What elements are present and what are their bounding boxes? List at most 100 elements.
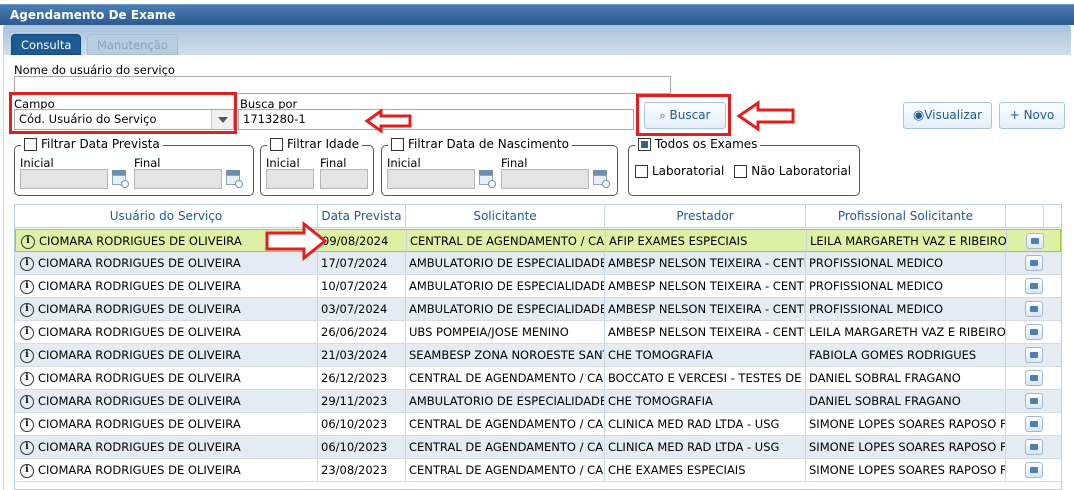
table-cell-text: CIOMARA RODRIGUES DE OLIVEIRA bbox=[38, 463, 241, 477]
table-cell: 29/11/2023 bbox=[318, 390, 406, 412]
todos-exames-radio[interactable] bbox=[638, 137, 651, 151]
data-prevista-inicial-input[interactable] bbox=[20, 169, 108, 189]
tab-consulta[interactable]: Consulta bbox=[11, 34, 82, 55]
calendar-icon[interactable] bbox=[111, 170, 129, 188]
info-icon[interactable]: i bbox=[20, 302, 34, 317]
table-row[interactable]: i CIOMARA RODRIGUES DE OLIVEIRA 21/03/2024… bbox=[15, 344, 1061, 367]
table-cell-text: AMBESP NELSON TEIXEIRA - CENTR bbox=[608, 256, 806, 270]
print-icon[interactable] bbox=[1025, 255, 1043, 271]
table-cell: DANIEL SOBRAL FRAGANO bbox=[806, 367, 1006, 389]
inicial-label: Inicial bbox=[387, 156, 421, 170]
table-cell-text: PROFISSIONAL MEDICO bbox=[809, 302, 944, 316]
laboratorial-checkbox[interactable] bbox=[635, 164, 648, 178]
table-row[interactable]: i CIOMARA RODRIGUES DE OLIVEIRA 06/10/2023… bbox=[15, 413, 1061, 436]
novo-button[interactable]: + Novo bbox=[999, 102, 1065, 129]
column-header-prestador[interactable]: Prestador bbox=[605, 205, 806, 228]
column-header-solicitante[interactable]: Solicitante bbox=[406, 205, 605, 228]
table-cell-text: CIOMARA RODRIGUES DE OLIVEIRA bbox=[38, 440, 241, 454]
table-cell-text: 06/10/2023 bbox=[321, 440, 388, 454]
table-cell: SEAMBESP ZONA NOROESTE SANTO bbox=[406, 344, 605, 366]
table-cell-text: CIOMARA RODRIGUES DE OLIVEIRA bbox=[38, 302, 241, 316]
filter-data-prevista-checkbox[interactable] bbox=[24, 137, 37, 151]
table-cell-text: AMBESP NELSON TEIXEIRA - CENTR bbox=[608, 325, 806, 339]
print-icon[interactable] bbox=[1025, 416, 1043, 432]
info-icon[interactable]: i bbox=[20, 279, 34, 294]
table-row[interactable]: i CIOMARA RODRIGUES DE OLIVEIRA 26/06/2024… bbox=[15, 321, 1061, 344]
busca-input[interactable]: 1713280-1 bbox=[238, 109, 634, 130]
table-cell: i CIOMARA RODRIGUES DE OLIVEIRA bbox=[15, 344, 318, 366]
table-row[interactable]: i CIOMARA RODRIGUES DE OLIVEIRA 09/08/2024… bbox=[15, 229, 1061, 252]
info-icon[interactable]: i bbox=[20, 371, 34, 386]
table-cell-text: BOCCATO E VERCESI - TESTES DE A bbox=[608, 371, 806, 385]
annotation-arrow-left-icon bbox=[364, 108, 412, 134]
table-cell-text: 26/12/2023 bbox=[321, 371, 388, 385]
data-prevista-final-input[interactable] bbox=[134, 169, 222, 189]
calendar-icon[interactable] bbox=[592, 170, 610, 188]
table-row[interactable]: i CIOMARA RODRIGUES DE OLIVEIRA 10/07/2024… bbox=[15, 275, 1061, 298]
calendar-icon[interactable] bbox=[478, 170, 496, 188]
table-cell: 03/07/2024 bbox=[318, 298, 406, 320]
filter-idade-label: Filtrar Idade bbox=[287, 137, 359, 151]
filter-data-prevista-label: Filtrar Data Prevista bbox=[41, 137, 160, 151]
info-icon[interactable]: i bbox=[20, 463, 34, 478]
print-icon[interactable] bbox=[1025, 439, 1043, 455]
table-cell: DANIEL SOBRAL FRAGANO bbox=[806, 390, 1006, 412]
print-icon[interactable] bbox=[1025, 462, 1043, 478]
print-icon[interactable] bbox=[1025, 278, 1043, 294]
info-icon[interactable]: i bbox=[20, 348, 34, 363]
table-cell: 26/06/2024 bbox=[318, 321, 406, 343]
table-row[interactable]: i CIOMARA RODRIGUES DE OLIVEIRA 29/11/2023… bbox=[15, 390, 1061, 413]
info-icon[interactable]: i bbox=[20, 417, 34, 432]
table-cell: 17/07/2024 bbox=[318, 252, 406, 274]
info-icon[interactable]: i bbox=[21, 234, 35, 249]
table-row[interactable]: i CIOMARA RODRIGUES DE OLIVEIRA 06/10/2023… bbox=[15, 436, 1061, 459]
filter-nascimento-checkbox[interactable] bbox=[391, 137, 404, 151]
info-icon[interactable]: i bbox=[20, 440, 34, 455]
table-row[interactable]: i CIOMARA RODRIGUES DE OLIVEIRA 17/07/2024… bbox=[15, 252, 1061, 275]
nao-laboratorial-label: Não Laboratorial bbox=[751, 164, 852, 178]
table-row[interactable]: i CIOMARA RODRIGUES DE OLIVEIRA 26/12/2023… bbox=[15, 367, 1061, 390]
table-cell-text: CIOMARA RODRIGUES DE OLIVEIRA bbox=[38, 394, 241, 408]
filter-data-prevista-group: Filtrar Data Prevista Inicial Final bbox=[14, 137, 254, 196]
column-header-data[interactable]: Data Prevista bbox=[318, 205, 406, 228]
table-cell: 06/10/2023 bbox=[318, 436, 406, 458]
table-cell-text: PROFISSIONAL MEDICO bbox=[809, 256, 944, 270]
print-icon[interactable] bbox=[1025, 347, 1043, 363]
idade-final-input[interactable] bbox=[320, 169, 368, 189]
info-icon[interactable]: i bbox=[20, 325, 34, 340]
info-icon[interactable]: i bbox=[20, 256, 34, 271]
table-row[interactable]: i CIOMARA RODRIGUES DE OLIVEIRA 23/08/2023… bbox=[15, 459, 1061, 482]
table-cell-text: 17/07/2024 bbox=[321, 256, 388, 270]
print-icon[interactable] bbox=[1025, 324, 1043, 340]
table-cell: SIMONE LOPES SOARES RAPOSO FE bbox=[806, 413, 1006, 435]
table-cell: CLINICA MED RAD LTDA - USG bbox=[605, 436, 806, 458]
filter-idade-group: Filtrar Idade Inicial Final bbox=[260, 137, 374, 196]
table-cell-text: 21/03/2024 bbox=[321, 348, 388, 362]
print-icon[interactable] bbox=[1025, 370, 1043, 386]
filter-idade-checkbox[interactable] bbox=[270, 137, 283, 151]
laboratorial-label: Laboratorial bbox=[652, 164, 725, 178]
table-cell: CENTRAL DE AGENDAMENTO / CALL bbox=[407, 230, 606, 252]
nascimento-inicial-input[interactable] bbox=[387, 169, 475, 189]
tab-bar: Consulta Manutenção bbox=[3, 25, 1071, 55]
print-icon[interactable] bbox=[1025, 393, 1043, 409]
nao-laboratorial-checkbox[interactable] bbox=[734, 164, 748, 178]
novo-button-label: Novo bbox=[1023, 108, 1055, 122]
nascimento-final-input[interactable] bbox=[501, 169, 589, 189]
tab-manutencao[interactable]: Manutenção bbox=[87, 34, 178, 55]
annotation-box-buscar bbox=[636, 94, 731, 136]
table-cell: AMBESP NELSON TEIXEIRA - CENTR bbox=[605, 275, 806, 297]
table-cell-text: PROFISSIONAL MEDICO bbox=[809, 279, 944, 293]
column-header-profissional[interactable]: Profissional Solicitante bbox=[806, 205, 1006, 228]
info-icon[interactable]: i bbox=[20, 394, 34, 409]
table-cell-text: CIOMARA RODRIGUES DE OLIVEIRA bbox=[38, 325, 241, 339]
visualizar-button[interactable]: ◉Visualizar bbox=[903, 102, 992, 129]
table-row[interactable]: i CIOMARA RODRIGUES DE OLIVEIRA 03/07/2024… bbox=[15, 298, 1061, 321]
table-cell-text: AMBULATORIO DE ESPECIALIDADES bbox=[409, 256, 605, 270]
print-icon[interactable] bbox=[1026, 233, 1044, 249]
table-cell-text: CENTRAL DE AGENDAMENTO / CALL bbox=[409, 371, 605, 385]
print-icon[interactable] bbox=[1025, 301, 1043, 317]
idade-inicial-input[interactable] bbox=[266, 169, 314, 189]
calendar-icon[interactable] bbox=[225, 170, 243, 188]
table-cell-text: CHE TOMOGRAFIA bbox=[608, 394, 713, 408]
